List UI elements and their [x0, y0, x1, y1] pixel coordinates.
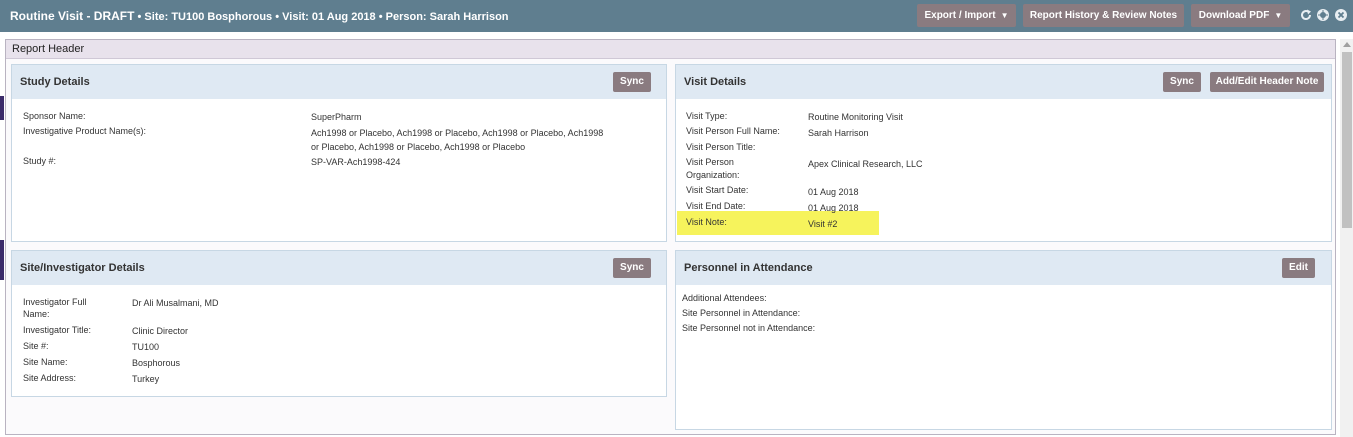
visit-person-title-label: Visit Person Title:: [686, 142, 756, 152]
report-header-title: Report Header: [6, 40, 1335, 59]
personnel-edit-button[interactable]: Edit: [1282, 258, 1315, 278]
top-bar: Routine Visit - DRAFT • Site: TU100 Bosp…: [0, 0, 1353, 32]
product-name-value-line1: Ach1998 or Placebo, Ach1998 or Placebo, …: [311, 128, 604, 138]
visit-person-org-label-line2: Organization:: [686, 170, 740, 180]
study-details-panel: Study Details Sync Sponsor Name: SuperPh…: [11, 64, 667, 242]
site-investigator-title: Site/Investigator Details: [20, 262, 145, 274]
investigator-name-value: Dr Ali Musalmani, MD: [132, 298, 219, 308]
study-sync-button[interactable]: Sync: [613, 72, 651, 92]
visit-start-date-value: 01 Aug 2018: [808, 187, 859, 197]
visit-start-date-label: Visit Start Date:: [686, 185, 749, 195]
visit-person-org-label-line1: Visit Person: [686, 157, 734, 167]
sponsor-name-label: Sponsor Name:: [23, 111, 86, 121]
site-name-label: Site Name:: [23, 357, 68, 367]
refresh-icon[interactable]: [1299, 8, 1313, 22]
report-title: Routine Visit - DRAFT: [10, 9, 135, 23]
visit-type-value: Routine Monitoring Visit: [808, 112, 903, 122]
close-icon[interactable]: [1334, 8, 1348, 22]
study-number-value: SP-VAR-Ach1998-424: [311, 157, 401, 167]
personnel-title: Personnel in Attendance: [684, 262, 813, 274]
study-details-header: Study Details Sync: [12, 65, 666, 99]
visit-person-name-label: Visit Person Full Name:: [686, 126, 780, 136]
chevron-down-icon: ▼: [1000, 11, 1009, 20]
chevron-down-icon: ▼: [1274, 11, 1283, 20]
visit-details-title: Visit Details: [684, 76, 747, 88]
personnel-panel: Personnel in Attendance Edit Additional …: [675, 250, 1332, 430]
visit-note-label: Visit Note:: [686, 217, 727, 227]
visit-note-value: Visit #2: [808, 219, 838, 229]
left-edge-marker: [0, 96, 4, 120]
investigator-title-value: Clinic Director: [132, 326, 189, 336]
visit-end-date-value: 01 Aug 2018: [808, 203, 859, 213]
site-number-label: Site #:: [23, 341, 49, 351]
visit-end-date-label: Visit End Date:: [686, 201, 746, 211]
site-personnel-not-attendance-label: Site Personnel not in Attendance:: [682, 323, 816, 333]
add-edit-header-note-button[interactable]: Add/Edit Header Note: [1210, 72, 1324, 92]
visit-details-header: Visit Details Sync Add/Edit Header Note: [676, 65, 1331, 99]
export-import-button[interactable]: Export / Import ▼: [917, 4, 1016, 27]
site-investigator-panel: Site/Investigator Details Sync Investiga…: [11, 250, 667, 397]
scrollbar-thumb[interactable]: [1342, 52, 1352, 228]
report-history-label: Report History & Review Notes: [1029, 10, 1178, 21]
sponsor-name-value: SuperPharm: [311, 112, 362, 122]
investigator-title-label: Investigator Title:: [23, 325, 92, 335]
site-name-value: Bosphorous: [132, 358, 181, 368]
product-name-value-line2: or Placebo, Ach1998 or Placebo, Ach1998 …: [311, 142, 526, 152]
visit-type-label: Visit Type:: [686, 111, 728, 121]
page-title: Routine Visit - DRAFT • Site: TU100 Bosp…: [10, 9, 509, 23]
visit-person-org-value: Apex Clinical Research, LLC: [808, 159, 923, 169]
scroll-up-arrow-icon[interactable]: [1343, 42, 1351, 47]
globe-icon[interactable]: [1316, 8, 1330, 22]
site-personnel-attendance-label: Site Personnel in Attendance:: [682, 308, 801, 318]
left-edge-marker: [0, 240, 4, 280]
visit-person-name-value: Sarah Harrison: [808, 128, 869, 138]
study-details-title: Study Details: [20, 76, 90, 88]
site-number-value: TU100: [132, 342, 160, 352]
personnel-header: Personnel in Attendance Edit: [676, 251, 1331, 285]
additional-attendees-label: Additional Attendees:: [682, 293, 767, 303]
report-history-button[interactable]: Report History & Review Notes: [1023, 4, 1184, 27]
report-meta: • Site: TU100 Bosphorous • Visit: 01 Aug…: [137, 11, 509, 23]
product-name-label: Investigative Product Name(s):: [23, 126, 147, 136]
visit-sync-button[interactable]: Sync: [1163, 72, 1201, 92]
site-address-value: Turkey: [132, 374, 160, 384]
site-investigator-header: Site/Investigator Details Sync: [12, 251, 666, 285]
site-sync-button[interactable]: Sync: [613, 258, 651, 278]
export-import-label: Export / Import: [924, 10, 996, 21]
study-number-label: Study #:: [23, 156, 57, 166]
investigator-name-label-line2: Name:: [23, 309, 50, 319]
download-pdf-label: Download PDF: [1198, 10, 1270, 21]
download-pdf-button[interactable]: Download PDF ▼: [1191, 4, 1290, 27]
site-address-label: Site Address:: [23, 373, 77, 383]
